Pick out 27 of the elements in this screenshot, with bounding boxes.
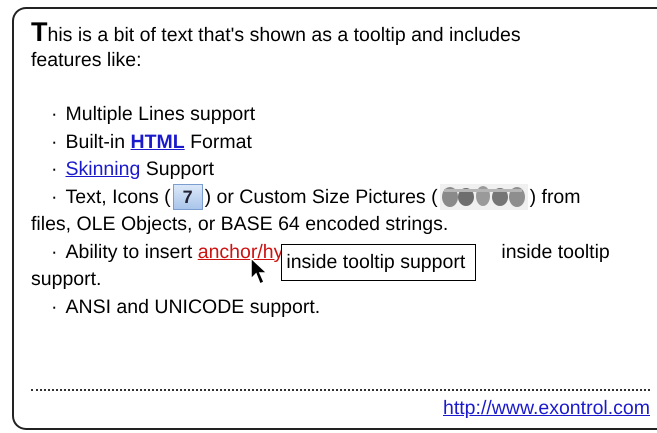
text: Format	[190, 130, 252, 152]
text: ANSI and UNICODE support.	[66, 296, 320, 318]
text: Ability to insert	[66, 240, 192, 262]
bullet: ·	[51, 158, 58, 180]
text: Text, Icons (	[66, 186, 171, 208]
bullet: ·	[51, 103, 58, 125]
link[interactable]: HTML	[130, 130, 185, 152]
initial-letter: T	[31, 17, 48, 47]
text: Support	[146, 158, 214, 180]
text: ) or Custom Size Pictures (	[204, 186, 438, 208]
link[interactable]: anchor/hy	[198, 240, 284, 262]
calendar-icon: 7	[172, 184, 203, 210]
text: ) from	[530, 186, 581, 208]
tooltip-popup: inside tooltip support	[281, 244, 476, 282]
bullet: ·	[51, 130, 58, 152]
text: support.	[31, 268, 102, 290]
text: files, OLE Objects, or BASE 64 encoded strings.	[31, 213, 448, 235]
intro-text: his is a bit of text that's shown as a tooltip and includes	[48, 24, 521, 46]
text: Built-in	[66, 130, 126, 152]
link[interactable]: Skinning	[66, 158, 140, 180]
bullet: ·	[51, 296, 58, 318]
intro-text: features like:	[31, 48, 142, 70]
text: Multiple Lines support	[66, 103, 256, 125]
bullet: ·	[51, 186, 58, 208]
bullet: ·	[51, 240, 58, 262]
text: inside tooltip	[501, 240, 610, 262]
website-link[interactable]: http://www.exontrol.com	[443, 397, 650, 419]
